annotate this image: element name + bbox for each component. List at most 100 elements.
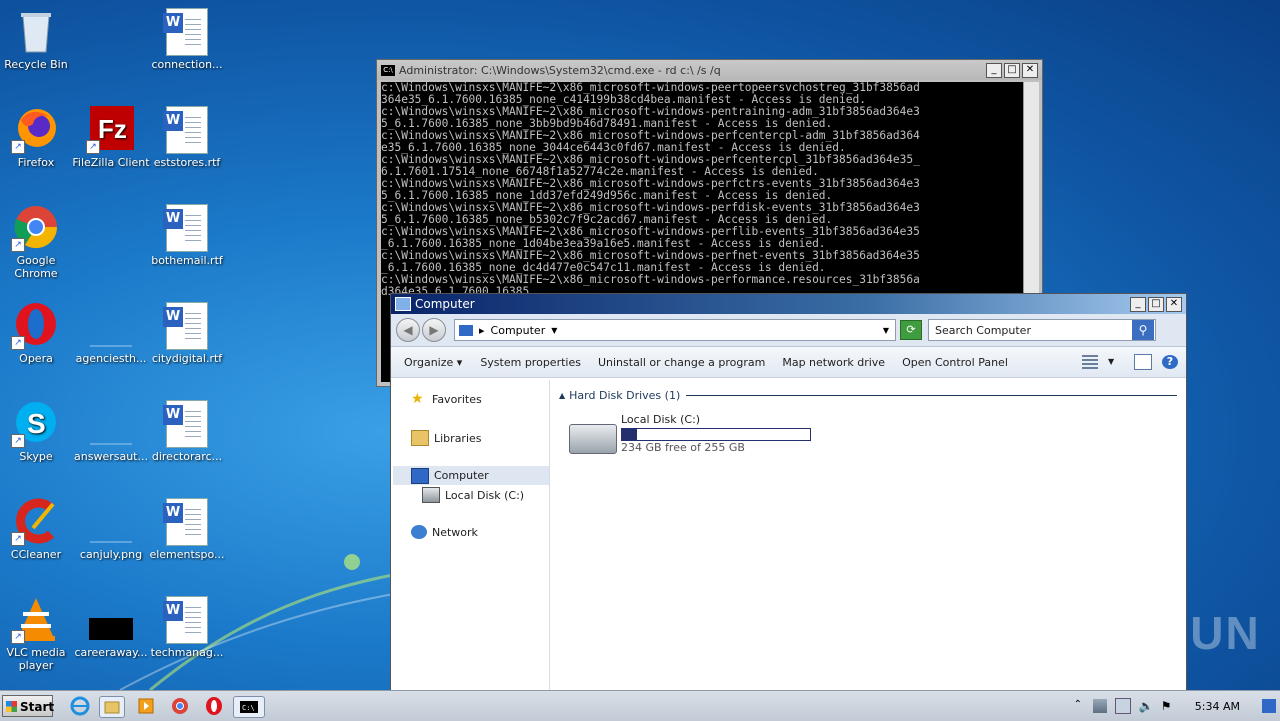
vlc-icon: ↗ [11,596,59,644]
desktop-icon-opera[interactable]: ↗ Opera [0,302,77,365]
organize-button[interactable]: Organize ▾ [404,356,462,369]
desktop-icon-filezilla[interactable]: Fz ↗ FileZilla Client [70,106,152,169]
taskbar-opera-icon[interactable] [202,696,226,716]
cmd-title: Administrator: C:\Windows\System32\cmd.e… [399,63,721,77]
desktop-icon-directorarc[interactable]: W directorarc... [146,400,228,463]
desktop-icon-techmanag[interactable]: W techmanag... [146,596,228,659]
minimize-button[interactable]: _ [986,62,1002,78]
opera-icon: ↗ [11,302,59,350]
word-doc-icon: W [163,596,210,644]
network-status-icon[interactable] [1092,699,1107,713]
chevron-down-icon[interactable]: ▼ [551,326,557,335]
svg-text:Fz: Fz [98,114,127,144]
desktop-icon-connection[interactable]: W connection... [146,8,228,71]
blank-file-icon [88,302,134,348]
star-icon: ★ [411,391,424,407]
cmd-titlebar[interactable]: C:\ Administrator: C:\Windows\System32\c… [377,60,1042,80]
firefox-icon: ↗ [11,106,59,154]
help-icon[interactable]: ? [1162,355,1178,369]
volume-icon[interactable]: 🔈 [1139,699,1154,713]
search-icon[interactable]: ⚲ [1132,320,1154,340]
content-pane: ▲ Hard Disk Drives (1) Local Disk (C:) 2… [551,380,1185,693]
action-center-icon[interactable] [1114,698,1131,714]
collapse-icon: ▲ [559,391,566,400]
breadcrumb-computer[interactable]: Computer [491,324,546,337]
nav-favorites[interactable]: ★ Favorites [411,392,482,406]
recycle-bin-icon [13,8,59,54]
desktop-icon-firefox[interactable]: ↗ Firefox [0,106,77,169]
word-doc-icon: W [163,400,210,448]
taskbar-media-player-icon[interactable] [134,696,158,716]
system-tray: ⌃ 🔈 ⚑ 5:34 AM [1071,691,1280,721]
maximize-button[interactable]: □ [1004,62,1020,78]
disk-free-space: 234 GB free of 255 GB [621,441,745,454]
cmd-icon: C:\ [381,64,395,76]
nav-local-disk[interactable]: Local Disk (C:) [422,487,524,503]
taskbar-explorer-icon[interactable] [99,696,125,718]
forward-button[interactable]: ▶ [422,318,446,342]
preview-pane-icon[interactable] [1134,354,1152,370]
close-button[interactable]: ✕ [1022,62,1038,78]
nav-computer[interactable]: Computer [393,466,549,485]
minimize-button[interactable]: _ [1130,296,1146,312]
taskbar-cmd-icon[interactable]: C:\ [233,696,265,718]
start-button[interactable]: Start [2,695,54,717]
desktop-icon-skype[interactable]: S ↗ Skype [0,400,77,463]
address-bar[interactable]: ▸ Computer ▼ ▼ [454,319,896,341]
word-doc-icon: W [163,204,210,252]
desktop-icon-vlc[interactable]: ↗ VLC media player [0,596,77,672]
close-button[interactable]: ✕ [1166,296,1182,312]
maximize-button[interactable]: □ [1148,296,1164,312]
desktop-icon-citydigital[interactable]: W citydigital.rtf [146,302,228,365]
back-button[interactable]: ◀ [396,318,420,342]
breadcrumb-separator-icon: ▸ [479,323,485,337]
disk-name[interactable]: Local Disk (C:) [621,413,700,426]
black-image-file-icon [88,596,134,642]
chevron-down-icon[interactable]: ▼ [1108,355,1124,369]
taskbar-chrome-icon[interactable] [168,696,192,716]
open-control-panel-button[interactable]: Open Control Panel [902,356,1008,369]
uninstall-program-button[interactable]: Uninstall or change a program [598,356,765,369]
taskbar-ie-icon[interactable] [68,696,92,716]
flag-icon[interactable]: ⚑ [1161,699,1175,713]
desktop-icon-eststores[interactable]: W eststores.rtf [146,106,228,169]
show-hidden-icons-icon[interactable]: ⌃ [1071,699,1085,713]
drive-icon [422,487,440,503]
shortcut-arrow-icon: ↗ [11,434,25,448]
ccleaner-icon: ↗ [11,498,59,546]
shortcut-arrow-icon: ↗ [11,140,25,154]
shortcut-arrow-icon: ↗ [11,336,25,350]
windows-logo-icon [6,701,17,712]
desktop-icon-answersaut[interactable]: answersaut... [70,400,152,463]
desktop-icon-chrome[interactable]: ↗ Google Chrome [0,204,77,280]
shortcut-arrow-icon: ↗ [11,630,25,644]
desktop-icon-careeraway[interactable]: careeraway... [70,596,152,659]
group-header-hard-disk-drives[interactable]: ▲ Hard Disk Drives (1) [559,389,1177,402]
desktop-icon-agenciesth[interactable]: agenciesth... [70,302,152,365]
taskbar-clock[interactable]: 5:34 AM [1195,700,1240,713]
nav-libraries[interactable]: Libraries [411,430,482,446]
hard-drive-icon[interactable] [569,424,617,454]
desktop-icon-canjuly[interactable]: canjuly.png [70,498,152,561]
disk-usage-fill [622,429,638,440]
desktop-icon-recycle-bin[interactable]: Recycle Bin [0,8,77,71]
address-bar-row: ◀ ▶ ▸ Computer ▼ ▼ ⟳ Search Computer ⚲ [391,314,1186,347]
system-properties-button[interactable]: System properties [480,356,581,369]
computer-icon [395,297,411,311]
explorer-titlebar[interactable]: Computer _ □ ✕ [391,294,1186,314]
explorer-window[interactable]: Computer _ □ ✕ ◀ ▶ ▸ Computer ▼ ▼ ⟳ Sear… [390,293,1187,695]
show-desktop-icon[interactable] [1262,699,1276,713]
address-dropdown-icon[interactable]: ▼ [883,326,889,335]
word-doc-icon: W [163,106,210,154]
shortcut-arrow-icon: ↗ [11,238,25,252]
desktop-icon-ccleaner[interactable]: ↗ CCleaner [0,498,77,561]
search-input[interactable]: Search Computer [928,319,1156,341]
desktop-icon-bothemail[interactable]: W bothemail.rtf [146,204,228,267]
map-network-drive-button[interactable]: Map network drive [782,356,885,369]
refresh-button[interactable]: ⟳ [900,320,922,340]
nav-network[interactable]: Network [411,525,478,539]
desktop-icon-elementspo[interactable]: W elementspo... [146,498,228,561]
view-options-icon[interactable] [1082,355,1098,369]
chrome-icon: ↗ [11,204,59,252]
filezilla-icon: Fz ↗ [86,106,134,154]
